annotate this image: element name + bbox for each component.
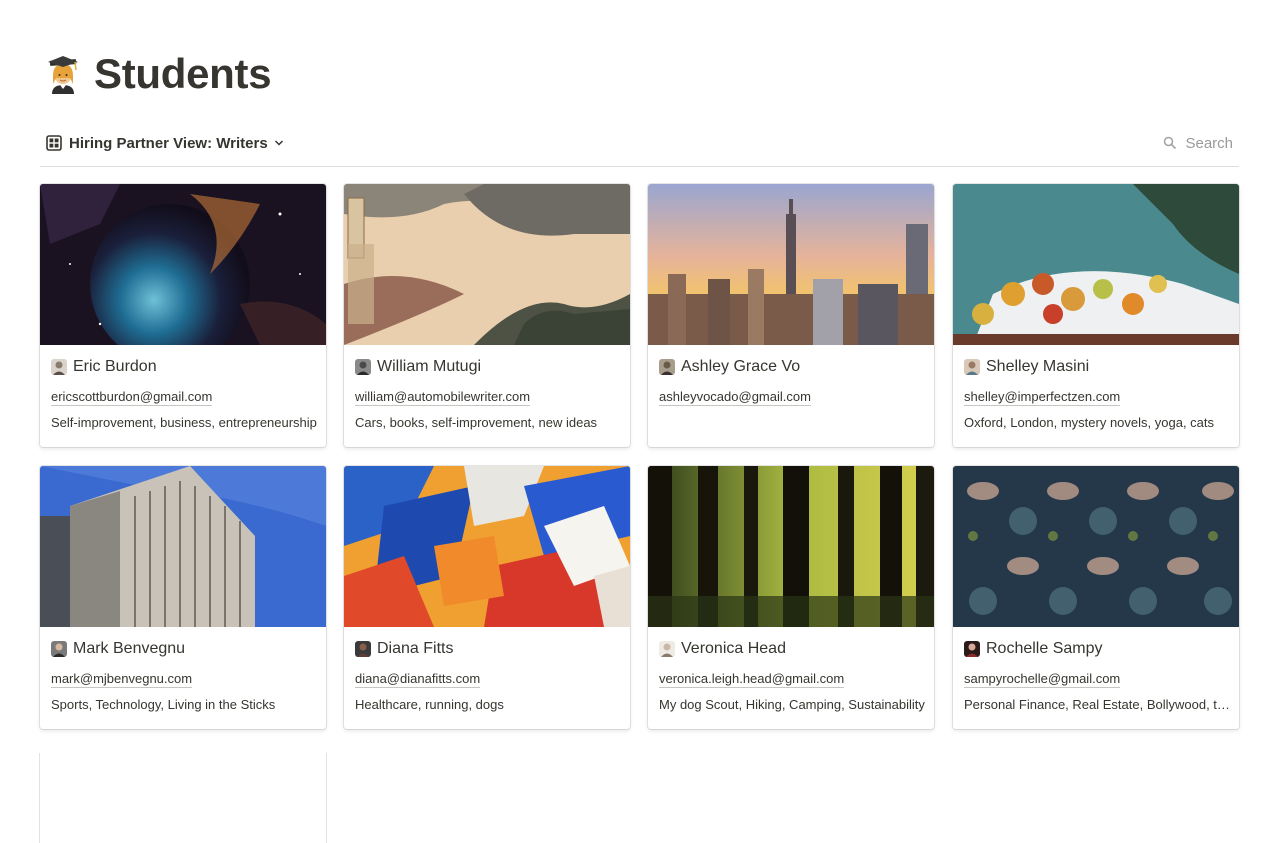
card-cover-image bbox=[953, 466, 1239, 627]
card-body: Shelley Masini shelley@imperfectzen.com … bbox=[953, 345, 1239, 447]
page-header: Students bbox=[44, 48, 272, 100]
card-name-row: Eric Burdon bbox=[51, 357, 157, 377]
student-card[interactable]: Diana Fitts diana@dianafitts.com Healthc… bbox=[344, 466, 630, 729]
student-topics: Sports, Technology, Living in the Sticks bbox=[51, 697, 276, 712]
avatar bbox=[51, 641, 67, 657]
card-body: William Mutugi william@automobilewriter.… bbox=[344, 345, 630, 447]
view-switcher[interactable]: Hiring Partner View: Writers bbox=[46, 132, 284, 154]
card-cover-image bbox=[344, 184, 630, 345]
avatar bbox=[964, 641, 980, 657]
student-card[interactable]: Eric Burdon ericscottburdon@gmail.com Se… bbox=[40, 184, 326, 447]
card-cover-image bbox=[953, 184, 1239, 345]
avatar bbox=[51, 359, 67, 375]
student-email[interactable]: sampyrochelle@gmail.com bbox=[964, 671, 1121, 688]
student-card[interactable]: Mark Benvegnu mark@mjbenvegnu.com Sports… bbox=[40, 466, 326, 729]
student-topics: Cars, books, self-improvement, new ideas bbox=[355, 415, 598, 430]
student-email[interactable]: ashleyvocado@gmail.com bbox=[659, 389, 811, 406]
card-name-row: Diana Fitts bbox=[355, 639, 453, 659]
student-name: Veronica Head bbox=[681, 640, 786, 657]
student-card[interactable]: Veronica Head veronica.leigh.head@gmail.… bbox=[648, 466, 934, 729]
card-cover-image bbox=[40, 466, 326, 627]
student-name: Ashley Grace Vo bbox=[681, 358, 801, 375]
student-card[interactable] bbox=[40, 753, 326, 843]
student-emoji-icon[interactable] bbox=[44, 54, 82, 94]
student-card[interactable]: Shelley Masini shelley@imperfectzen.com … bbox=[953, 184, 1239, 447]
card-body: Eric Burdon ericscottburdon@gmail.com Se… bbox=[40, 345, 326, 447]
card-body: Diana Fitts diana@dianafitts.com Healthc… bbox=[344, 627, 630, 729]
card-name-row: Rochelle Sampy bbox=[964, 639, 1103, 659]
search-button[interactable]: Search bbox=[1163, 132, 1233, 154]
student-email[interactable]: william@automobilewriter.com bbox=[355, 389, 531, 406]
student-card[interactable]: Rochelle Sampy sampyrochelle@gmail.com P… bbox=[953, 466, 1239, 729]
card-body: Ashley Grace Vo ashleyvocado@gmail.com bbox=[648, 345, 934, 447]
card-name-row: William Mutugi bbox=[355, 357, 481, 377]
student-email[interactable]: diana@dianafitts.com bbox=[355, 671, 481, 688]
card-body: Veronica Head veronica.leigh.head@gmail.… bbox=[648, 627, 934, 729]
student-card[interactable]: Ashley Grace Vo ashleyvocado@gmail.com bbox=[648, 184, 934, 447]
search-icon bbox=[1164, 136, 1177, 150]
student-topics: Oxford, London, mystery novels, yoga, ca… bbox=[964, 415, 1215, 430]
card-cover-image bbox=[648, 466, 934, 627]
student-name: Mark Benvegnu bbox=[73, 640, 186, 657]
chevron-down-icon bbox=[274, 140, 283, 146]
student-topics: My dog Scout, Hiking, Camping, Sustainab… bbox=[659, 697, 925, 712]
card-name-row: Shelley Masini bbox=[964, 357, 1089, 377]
student-email[interactable]: mark@mjbenvegnu.com bbox=[51, 671, 193, 688]
student-name: Rochelle Sampy bbox=[986, 640, 1103, 657]
view-label: Hiring Partner View: Writers bbox=[69, 134, 268, 152]
student-card[interactable]: William Mutugi william@automobilewriter.… bbox=[344, 184, 630, 447]
student-name: Shelley Masini bbox=[986, 358, 1090, 375]
student-name: William Mutugi bbox=[377, 358, 482, 375]
student-topics: Personal Finance, Real Estate, Bollywood… bbox=[964, 697, 1230, 712]
avatar bbox=[355, 641, 371, 657]
card-name-row: Ashley Grace Vo bbox=[659, 357, 800, 377]
student-email[interactable]: ericscottburdon@gmail.com bbox=[51, 389, 213, 406]
card-body: Mark Benvegnu mark@mjbenvegnu.com Sports… bbox=[40, 627, 326, 729]
card-cover-image bbox=[344, 466, 630, 627]
gallery-view-icon bbox=[46, 135, 62, 151]
view-toolbar: Hiring Partner View: Writers Search bbox=[40, 124, 1239, 167]
student-email[interactable]: shelley@imperfectzen.com bbox=[964, 389, 1121, 406]
students-page: Students Hiring Partner View: Writers Se… bbox=[0, 0, 1277, 843]
avatar bbox=[964, 359, 980, 375]
avatar bbox=[659, 641, 675, 657]
page-title: Students bbox=[94, 50, 272, 97]
avatar bbox=[659, 359, 675, 375]
card-cover-image bbox=[648, 184, 934, 345]
student-name: Diana Fitts bbox=[377, 640, 454, 657]
student-topics: Self-improvement, business, entrepreneur… bbox=[51, 415, 317, 430]
card-name-row: Mark Benvegnu bbox=[51, 639, 185, 659]
search-label: Search bbox=[1185, 134, 1233, 152]
card-body: Rochelle Sampy sampyrochelle@gmail.com P… bbox=[953, 627, 1239, 729]
student-name: Eric Burdon bbox=[73, 358, 157, 375]
student-topics: Healthcare, running, dogs bbox=[355, 697, 504, 712]
avatar bbox=[355, 359, 371, 375]
student-email[interactable]: veronica.leigh.head@gmail.com bbox=[659, 671, 845, 688]
card-cover-image bbox=[40, 184, 326, 345]
card-name-row: Veronica Head bbox=[659, 639, 786, 659]
